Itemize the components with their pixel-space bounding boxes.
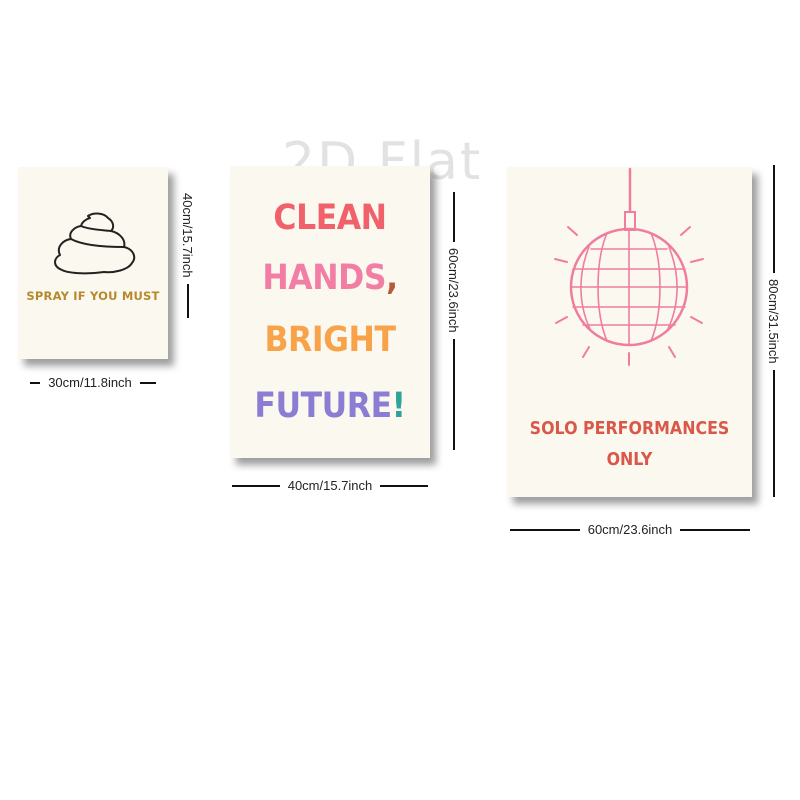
exclamation-punct: ! bbox=[391, 386, 406, 426]
height-dimension-large: 80cm/31.5inch bbox=[766, 165, 781, 497]
solo-caption-line-1: SOLO PERFORMANCES bbox=[529, 418, 730, 439]
height-dimension-small: 40cm/15.7inch bbox=[180, 187, 195, 342]
spray-caption: SPRAY IF YOU MUST bbox=[26, 289, 160, 303]
headline-line-2: HANDS, bbox=[262, 258, 398, 298]
solo-caption-line-2: ONLY bbox=[606, 449, 653, 470]
headline-line-4: FUTURE! bbox=[254, 386, 406, 426]
poster-spray: SPRAY IF YOU MUST bbox=[18, 167, 168, 359]
poster-clean-hands: CLEAN HANDS, BRIGHT FUTURE! bbox=[230, 166, 430, 458]
headline-line-1: CLEAN bbox=[273, 198, 387, 238]
poop-outline-icon bbox=[54, 212, 136, 275]
headline-line-3: BRIGHT bbox=[264, 320, 396, 360]
comma-punct: , bbox=[386, 258, 398, 298]
width-dimension-mid: 40cm/15.7inch bbox=[232, 478, 428, 493]
width-dimension-small: 30cm/11.8inch bbox=[18, 375, 168, 390]
poster-disco: SOLO PERFORMANCES ONLY bbox=[507, 167, 752, 497]
height-dimension-mid: 60cm/23.6inch bbox=[446, 192, 461, 450]
width-dimension-large: 60cm/23.6inch bbox=[510, 522, 750, 537]
